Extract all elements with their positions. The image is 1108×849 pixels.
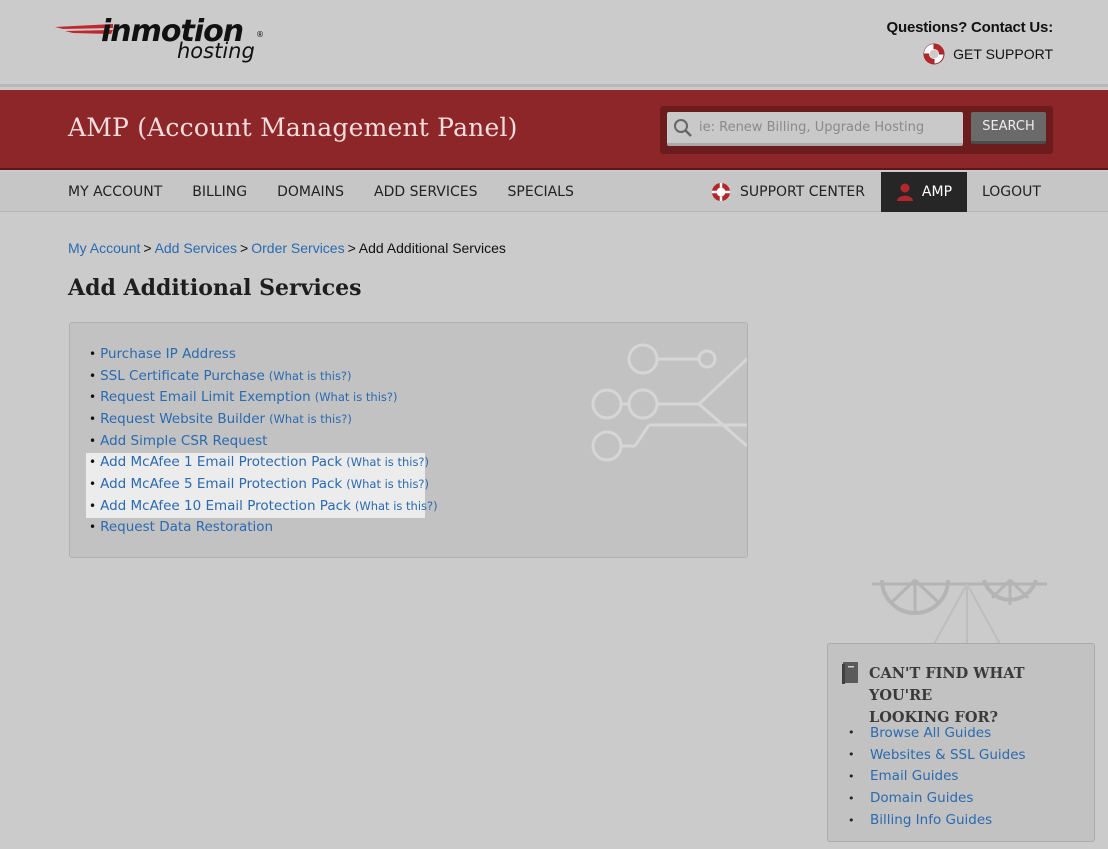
- book-icon: [842, 662, 858, 684]
- what-is-this-link[interactable]: (What is this?): [346, 455, 429, 469]
- breadcrumb-add-services[interactable]: Add Services: [155, 240, 237, 256]
- bullet: •: [89, 411, 97, 426]
- nav-support-center[interactable]: SUPPORT CENTER: [710, 181, 881, 203]
- nav-right: SUPPORT CENTER AMP LOGOUT: [710, 172, 1041, 212]
- bullet: •: [89, 390, 97, 405]
- search-input[interactable]: [699, 120, 949, 135]
- breadcrumb-current: Add Additional Services: [358, 240, 506, 256]
- nav-amp-label: AMP: [921, 184, 953, 200]
- bullet: •: [848, 769, 855, 783]
- logo-registered-mark: ®: [256, 30, 264, 39]
- bullet: •: [89, 498, 97, 513]
- domain-guides-link[interactable]: Domain Guides: [870, 790, 973, 806]
- page-title: Add Additional Services: [68, 275, 362, 301]
- list-item: • Email Guides: [848, 766, 1026, 788]
- mcafee-10-pack-link[interactable]: Add McAfee 10 Email Protection Pack: [100, 498, 351, 514]
- billing-info-guides-link[interactable]: Billing Info Guides: [870, 812, 992, 828]
- bullet: •: [848, 791, 855, 805]
- bullet: •: [848, 726, 855, 740]
- support-lifebuoy-icon: [712, 183, 730, 201]
- nav-domains[interactable]: DOMAINS: [277, 184, 344, 200]
- header-banner: AMP (Account Management Panel) SEARCH: [0, 90, 1108, 170]
- breadcrumb-separator: >: [143, 240, 152, 256]
- breadcrumb: My Account > Add Services > Order Services > A…: [68, 240, 506, 256]
- list-item: • Add McAfee 5 Email Protection Pack (What…: [89, 473, 438, 495]
- nav-support-center-label: SUPPORT CENTER: [740, 184, 865, 200]
- websites-ssl-guides-link[interactable]: Websites & SSL Guides: [870, 747, 1026, 763]
- website-builder-link[interactable]: Request Website Builder: [100, 411, 265, 427]
- nav-my-account[interactable]: MY ACCOUNT: [68, 184, 162, 200]
- bullet: •: [89, 520, 97, 535]
- purchase-ip-address-link[interactable]: Purchase IP Address: [100, 346, 236, 362]
- circuit-decoration-icon: [591, 343, 747, 462]
- search-icon: [674, 118, 692, 137]
- list-item: • Request Data Restoration: [89, 517, 438, 539]
- list-item: • Websites & SSL Guides: [848, 744, 1026, 766]
- bullet: •: [848, 813, 855, 827]
- list-item: • Add Simple CSR Request: [89, 430, 438, 452]
- bullet: •: [89, 455, 97, 470]
- data-restoration-link[interactable]: Request Data Restoration: [100, 519, 273, 535]
- mcafee-1-pack-link[interactable]: Add McAfee 1 Email Protection Pack: [100, 454, 342, 470]
- list-item: • Purchase IP Address: [89, 343, 438, 365]
- simple-csr-request-link[interactable]: Add Simple CSR Request: [100, 433, 267, 449]
- wheel-decoration-icon: [872, 578, 1047, 644]
- help-title: CAN'T FIND WHAT YOU'RE LOOKING FOR?: [869, 663, 1084, 729]
- breadcrumb-my-account[interactable]: My Account: [68, 240, 140, 256]
- what-is-this-link[interactable]: (What is this?): [355, 499, 438, 513]
- lifebuoy-icon: [923, 43, 945, 65]
- list-item: • Billing Info Guides: [848, 809, 1026, 831]
- list-item: • Domain Guides: [848, 787, 1026, 809]
- contact-block: Questions? Contact Us: GET SUPPORT: [887, 19, 1053, 66]
- bullet: •: [848, 748, 855, 762]
- list-item: • Add McAfee 10 Email Protection Pack (Wha…: [89, 495, 438, 517]
- nav-billing[interactable]: BILLING: [192, 184, 247, 200]
- email-guides-link[interactable]: Email Guides: [870, 768, 958, 784]
- nav-logout[interactable]: LOGOUT: [967, 184, 1041, 200]
- search-form: SEARCH: [660, 106, 1053, 154]
- search-button[interactable]: SEARCH: [971, 112, 1046, 144]
- nav-amp[interactable]: AMP: [880, 172, 967, 212]
- what-is-this-link[interactable]: (What is this?): [315, 390, 398, 404]
- what-is-this-link[interactable]: (What is this?): [269, 369, 352, 383]
- bullet: •: [89, 433, 97, 448]
- inmotion-hosting-logo[interactable]: inmotion ® hosting: [55, 12, 270, 70]
- breadcrumb-order-services[interactable]: Order Services: [251, 240, 344, 256]
- contact-question: Questions? Contact Us:: [886, 19, 1054, 36]
- get-support-label: GET SUPPORT: [953, 46, 1053, 62]
- email-limit-exemption-link[interactable]: Request Email Limit Exemption: [100, 389, 311, 405]
- what-is-this-link[interactable]: (What is this?): [346, 477, 429, 491]
- top-bar: inmotion ® hosting Questions? Contact Us…: [0, 0, 1108, 87]
- user-icon: [896, 183, 913, 201]
- list-item: • Add McAfee 1 Email Protection Pack (What…: [89, 451, 438, 473]
- ssl-certificate-purchase-link[interactable]: SSL Certificate Purchase: [100, 368, 265, 384]
- logo-sub-text: hosting: [177, 39, 255, 63]
- breadcrumb-separator: >: [347, 240, 356, 256]
- bullet: •: [89, 368, 97, 383]
- what-is-this-link[interactable]: (What is this?): [269, 412, 352, 426]
- mcafee-5-pack-link[interactable]: Add McAfee 5 Email Protection Pack: [100, 476, 342, 492]
- help-widget: CAN'T FIND WHAT YOU'RE LOOKING FOR? • Bro…: [827, 643, 1095, 842]
- nav-specials[interactable]: SPECIALS: [508, 184, 574, 200]
- services-list: • Purchase IP Address • SSL Certificate Pu…: [89, 343, 438, 538]
- nav-left: MY ACCOUNT BILLING DOMAINS ADD SERVICES …: [68, 172, 574, 212]
- main-nav: MY ACCOUNT BILLING DOMAINS ADD SERVICES …: [0, 172, 1108, 212]
- list-item: • Request Website Builder (What is this?): [89, 408, 438, 430]
- list-item: • Request Email Limit Exemption (What is t…: [89, 386, 438, 408]
- browse-all-guides-link[interactable]: Browse All Guides: [870, 725, 991, 741]
- help-guides-list: • Browse All Guides • Websites & SSL Guide…: [848, 722, 1026, 831]
- search-box: [667, 112, 963, 146]
- list-item: • SSL Certificate Purchase (What is this?): [89, 365, 438, 387]
- bullet: •: [89, 346, 97, 361]
- get-support-link[interactable]: GET SUPPORT: [887, 42, 1053, 66]
- nav-add-services[interactable]: ADD SERVICES: [374, 184, 478, 200]
- breadcrumb-separator: >: [240, 240, 249, 256]
- help-title-line1: CAN'T FIND WHAT YOU'RE: [869, 665, 1025, 704]
- bullet: •: [89, 476, 97, 491]
- page-header-title: AMP (Account Management Panel): [68, 113, 518, 142]
- list-item: • Browse All Guides: [848, 722, 1026, 744]
